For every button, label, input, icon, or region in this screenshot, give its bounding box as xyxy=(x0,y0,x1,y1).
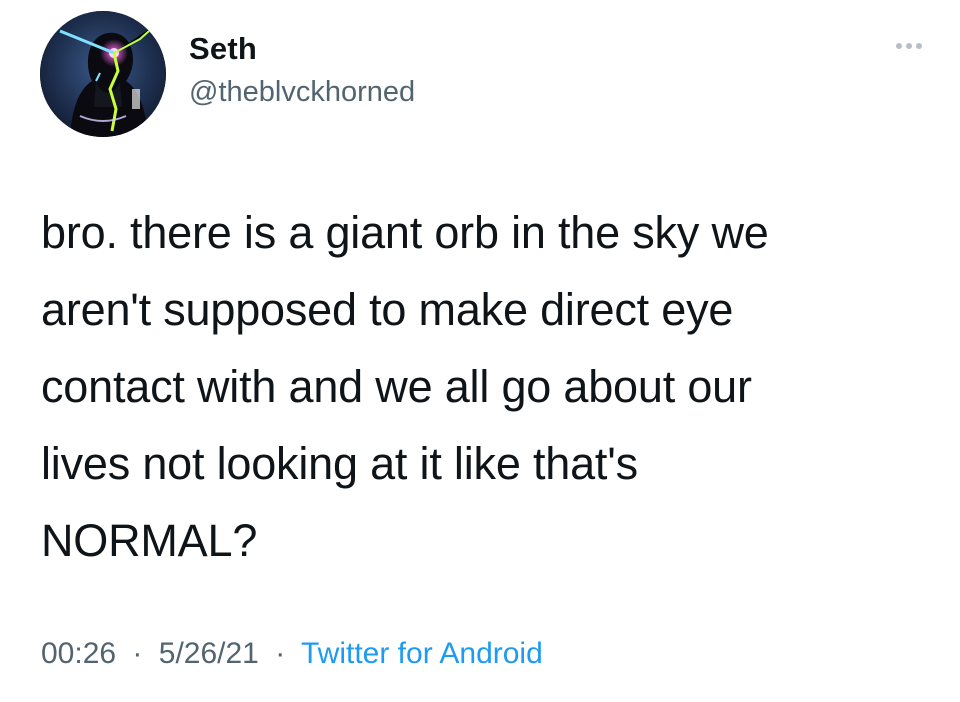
tweet-author: Seth @theblvckhorned xyxy=(189,29,415,112)
author-handle[interactable]: @theblvckhorned xyxy=(189,72,415,112)
avatar-image xyxy=(40,11,166,137)
tweet-source-link[interactable]: Twitter for Android xyxy=(301,637,543,670)
author-display-name[interactable]: Seth xyxy=(189,29,415,69)
tweet-card: Seth @theblvckhorned bro. there is a gia… xyxy=(0,0,960,702)
meta-separator: · xyxy=(275,637,286,670)
tweet-text: bro. there is a giant orb in the sky we … xyxy=(41,207,769,566)
ellipsis-icon xyxy=(906,43,912,49)
tweet-meta: 00:26 · 5/26/21 · Twitter for Android xyxy=(41,632,543,676)
tweet-time[interactable]: 00:26 xyxy=(41,637,116,670)
more-options-button[interactable] xyxy=(874,34,922,58)
avatar[interactable] xyxy=(40,11,166,137)
ellipsis-icon xyxy=(896,43,902,49)
tweet-date[interactable]: 5/26/21 xyxy=(159,637,259,670)
meta-separator: · xyxy=(132,637,143,670)
ellipsis-icon xyxy=(916,43,922,49)
